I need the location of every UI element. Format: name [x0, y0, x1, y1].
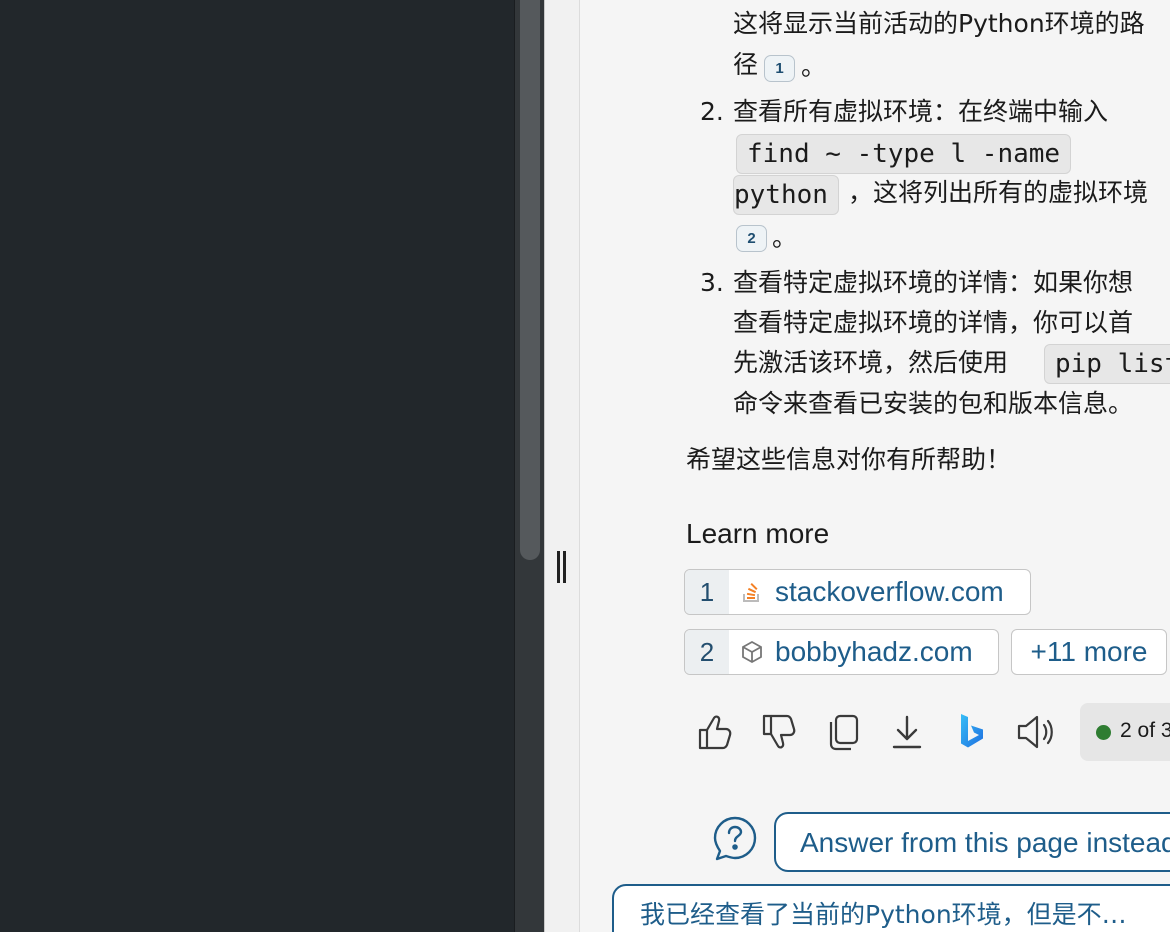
list-item-1-text-cont: 径 [733, 50, 759, 79]
code-pip-list: pip list [1044, 344, 1170, 384]
scrollbar-thumb[interactable] [520, 0, 540, 560]
code-find-command: find ~ -type l -name [736, 134, 1072, 174]
copy-icon[interactable] [822, 710, 866, 754]
list-item-3-text-cont2: 先激活该环境，然后使用 [733, 348, 1009, 377]
more-sources-button[interactable]: +11 more [1011, 629, 1167, 675]
source-index: 1 [685, 570, 729, 614]
citation-1[interactable]: 1 [764, 55, 795, 82]
citation-2[interactable]: 2 [736, 225, 767, 252]
list-item-1-text: 这将显示当前活动的Python环境的路 [733, 9, 1145, 38]
source-index: 2 [685, 630, 729, 674]
stackoverflow-icon [729, 570, 775, 614]
suggested-followup-button[interactable]: 我已经查看了当前的Python环境，但是不… [612, 884, 1170, 932]
list-item-3-text: 查看特定虚拟环境的详情：如果你想 [733, 268, 1134, 297]
list-number-3: 3. [700, 268, 724, 297]
list-item-2-period: 。 [772, 223, 798, 252]
download-icon[interactable] [885, 710, 929, 754]
source-link-bobbyhadz[interactable]: 2 bobbyhadz.com [684, 629, 999, 675]
bing-icon[interactable] [950, 710, 994, 754]
chat-panel: 这将显示当前活动的Python环境的路 径 1 。 2. 查看所有虚拟环境：在终… [580, 0, 1170, 932]
response-counter: 2 of 30 [1080, 703, 1170, 761]
question-bubble-icon [712, 815, 758, 861]
answer-from-page-button[interactable]: Answer from this page instead [774, 812, 1170, 872]
list-item-2-text: 查看所有虚拟环境：在终端中输入 [733, 97, 1109, 126]
status-dot [1096, 725, 1111, 740]
list-number-2: 2. [700, 97, 724, 126]
list-item-2-text-cont: ，这将列出所有的虚拟环境 [848, 178, 1149, 207]
source-domain: bobbyhadz.com [775, 636, 973, 667]
response-counter-text: 2 of 30 [1120, 719, 1170, 742]
list-item-1-period: 。 [801, 52, 827, 81]
thumbs-up-icon[interactable] [693, 710, 737, 754]
left-panel [0, 0, 514, 932]
source-link-stackoverflow[interactable]: 1 stackoverflow.com [684, 569, 1031, 615]
resize-handle-icon[interactable] [556, 551, 568, 583]
source-domain: stackoverflow.com [775, 576, 1004, 607]
bobbyhadz-icon [729, 630, 775, 674]
code-python: python [733, 175, 839, 215]
speaker-icon[interactable] [1014, 710, 1058, 754]
panel-divider[interactable] [544, 0, 580, 932]
list-item-3-text-cont: 查看特定虚拟环境的详情，你可以首 [733, 308, 1134, 337]
learn-more-label: Learn more [686, 518, 830, 549]
closing-message: 希望这些信息对你有所帮助！ [686, 445, 1012, 474]
list-item-3-text-cont3: 命令来查看已安装的包和版本信息。 [733, 389, 1134, 418]
thumbs-down-icon[interactable] [757, 710, 801, 754]
